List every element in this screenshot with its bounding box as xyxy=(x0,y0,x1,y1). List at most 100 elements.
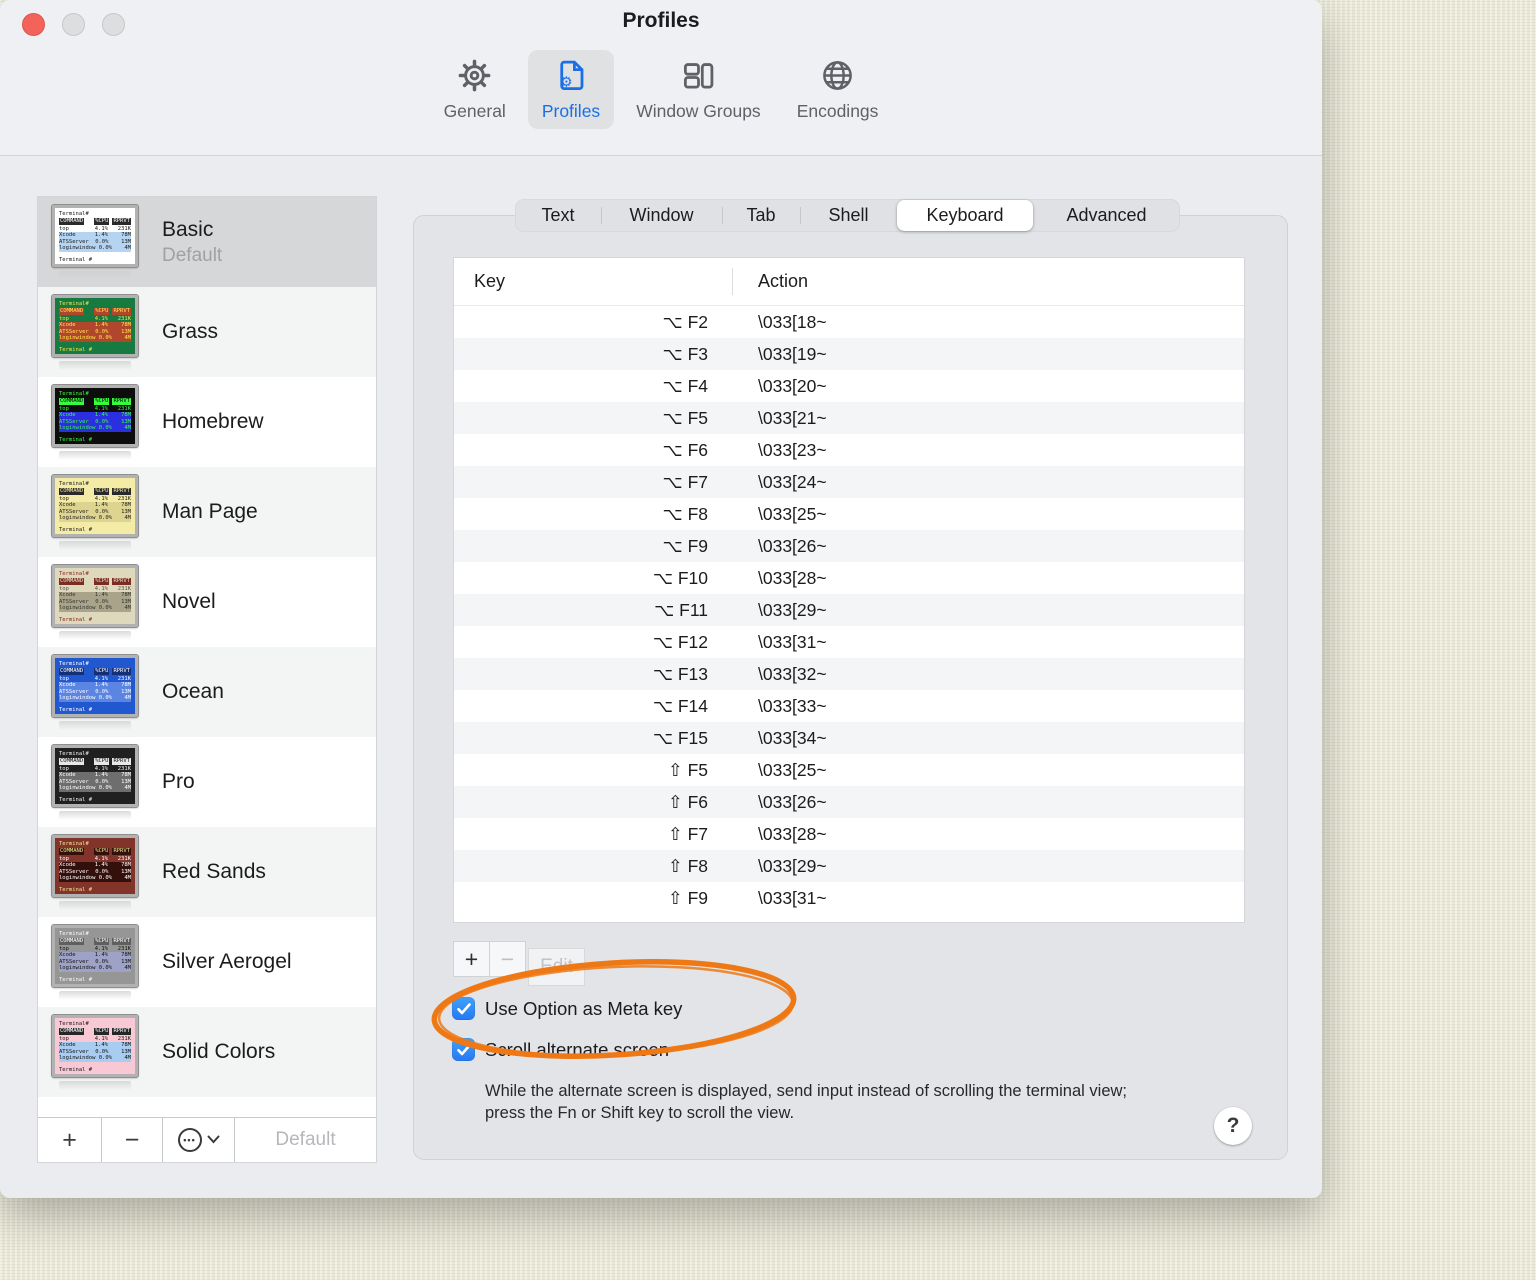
profile-name: Ocean xyxy=(162,680,224,703)
checkbox-checked-icon[interactable] xyxy=(452,1038,475,1061)
profile-item[interactable]: Terminal# COMMAND %CPU RPRVT top 4.1% 231K Xcod… xyxy=(38,737,376,827)
tab-advanced[interactable]: Advanced xyxy=(1033,199,1180,232)
toolbar-item-general[interactable]: General xyxy=(430,50,520,129)
toolbar-item-window-groups[interactable]: Window Groups xyxy=(622,50,775,129)
profile-item[interactable]: Terminal# COMMAND %CPU RPRVT top 4.1% 231K Xcod… xyxy=(38,557,376,647)
profile-thumbnail: Terminal# COMMAND %CPU RPRVT top 4.1% 231K Xcod… xyxy=(51,293,139,370)
key-cell: ⇧ F5 xyxy=(668,759,708,780)
more-options-button[interactable]: ••• xyxy=(163,1118,235,1162)
table-row[interactable]: ⌥ F12 \033[31~ xyxy=(454,626,1244,658)
add-binding-button[interactable]: + xyxy=(453,941,490,977)
key-cell: ⇧ F8 xyxy=(668,855,708,876)
action-cell: \033[28~ xyxy=(758,567,827,588)
key-cell: ⌥ F8 xyxy=(662,503,708,524)
profile-item[interactable]: Terminal# COMMAND %CPU RPRVT top 4.1% 231K Xcod… xyxy=(38,1007,376,1097)
profile-thumbnail: Terminal# COMMAND %CPU RPRVT top 4.1% 231K Xcod… xyxy=(51,1013,139,1090)
table-row[interactable]: ⌥ F14 \033[33~ xyxy=(454,690,1244,722)
action-cell: \033[25~ xyxy=(758,759,827,780)
table-row[interactable]: ⌥ F11 \033[29~ xyxy=(454,594,1244,626)
tab-window[interactable]: Window xyxy=(601,199,722,232)
key-cell: ⇧ F7 xyxy=(668,823,708,844)
profile-item[interactable]: Terminal# COMMAND %CPU RPRVT top 4.1% 231K Xcod… xyxy=(38,287,376,377)
table-row[interactable]: ⌥ F13 \033[32~ xyxy=(454,658,1244,690)
table-row[interactable]: ⇧ F8 \033[29~ xyxy=(454,850,1244,882)
checkbox-label: Use Option as Meta key xyxy=(485,997,683,1019)
terminal-thumbnail-icon: Terminal# COMMAND %CPU RPRVT top 4.1% 231K Xcod… xyxy=(51,833,139,898)
table-header: Key Action xyxy=(454,258,1244,306)
table-row[interactable]: ⌥ F7 \033[24~ xyxy=(454,466,1244,498)
set-default-button[interactable]: Default xyxy=(235,1118,376,1162)
profile-thumbnail: Terminal# COMMAND %CPU RPRVT top 4.1% 231K Xcod… xyxy=(51,563,139,640)
remove-binding-button[interactable]: − xyxy=(489,941,526,977)
key-cell: ⌥ F7 xyxy=(662,471,708,492)
terminal-thumbnail-icon: Terminal# COMMAND %CPU RPRVT top 4.1% 231K Xcod… xyxy=(51,293,139,358)
use-option-as-meta-checkbox-row: Use Option as Meta key xyxy=(452,997,682,1020)
globe-icon xyxy=(819,58,856,98)
table-row[interactable]: ⌥ F4 \033[20~ xyxy=(454,370,1244,402)
profile-item[interactable]: Terminal# COMMAND %CPU RPRVT top 4.1% 231K Xcod… xyxy=(38,827,376,917)
profile-item[interactable]: Terminal# COMMAND %CPU RPRVT top 4.1% 231K Xcod… xyxy=(38,377,376,467)
scroll-alternate-screen-checkbox-row: Scroll alternate screen xyxy=(452,1038,669,1061)
table-row[interactable]: ⇧ F9 \033[31~ xyxy=(454,882,1244,914)
key-cell: ⌥ F13 xyxy=(652,663,708,684)
profile-item[interactable]: Terminal# COMMAND %CPU RPRVT top 4.1% 231K Xcod… xyxy=(38,647,376,737)
profile-name: Red Sands xyxy=(162,860,266,883)
terminal-thumbnail-icon: Terminal# COMMAND %CPU RPRVT top 4.1% 231K Xcod… xyxy=(51,923,139,988)
key-bindings-table: Key Action ⌥ F2 \033[18~ ⌥ F3 \033[19~ ⌥ F4 \… xyxy=(453,257,1245,923)
tab-keyboard[interactable]: Keyboard xyxy=(897,200,1033,231)
profile-item[interactable]: Terminal# COMMAND %CPU RPRVT top 4.1% 231K Xcod… xyxy=(38,197,376,287)
terminal-thumbnail-icon: Terminal# COMMAND %CPU RPRVT top 4.1% 231K Xcod… xyxy=(51,383,139,448)
tab-tab[interactable]: Tab xyxy=(722,199,800,232)
toolbar-item-label: General xyxy=(443,101,506,121)
profile-item[interactable]: Terminal# COMMAND %CPU RPRVT top 4.1% 231K Xcod… xyxy=(38,917,376,1007)
key-cell: ⌥ F6 xyxy=(662,439,708,460)
key-cell: ⌥ F2 xyxy=(662,311,708,332)
profile-tabs: Text Window Tab Shell Keyboard Advanced xyxy=(515,199,1180,232)
profile-name: Novel xyxy=(162,590,216,613)
profile-thumbnail: Terminal# COMMAND %CPU RPRVT top 4.1% 231K Xcod… xyxy=(51,203,139,280)
profile-thumbnail: Terminal# COMMAND %CPU RPRVT top 4.1% 231K Xcod… xyxy=(51,653,139,730)
key-column-header: Key xyxy=(474,271,506,291)
page-title: Profiles xyxy=(622,9,700,32)
action-cell: \033[26~ xyxy=(758,791,827,812)
chevron-down-icon xyxy=(207,1131,220,1149)
toolbar-item-encodings[interactable]: Encodings xyxy=(783,50,893,129)
table-row[interactable]: ⌥ F15 \033[34~ xyxy=(454,722,1244,754)
key-cell: ⇧ F6 xyxy=(668,791,708,812)
profile-name: Homebrew xyxy=(162,410,264,433)
table-row[interactable]: ⌥ F8 \033[25~ xyxy=(454,498,1244,530)
toolbar-item-label: Profiles xyxy=(541,101,601,121)
key-cell: ⌥ F3 xyxy=(662,343,708,364)
add-profile-button[interactable]: + xyxy=(38,1118,102,1162)
tab-text[interactable]: Text xyxy=(515,199,601,232)
table-row[interactable]: ⇧ F7 \033[28~ xyxy=(454,818,1244,850)
circle-ellipsis-icon: ••• xyxy=(177,1128,202,1152)
table-row[interactable]: ⌥ F6 \033[23~ xyxy=(454,434,1244,466)
help-button[interactable]: ? xyxy=(1214,1107,1252,1145)
tab-shell[interactable]: Shell xyxy=(800,199,897,232)
key-cell: ⇧ F9 xyxy=(668,887,708,908)
table-row[interactable]: ⇧ F5 \033[25~ xyxy=(454,754,1244,786)
profile-thumbnail: Terminal# COMMAND %CPU RPRVT top 4.1% 231K Xcod… xyxy=(51,383,139,460)
key-cell: ⌥ F11 xyxy=(654,599,708,620)
scroll-help-text: While the alternate screen is displayed,… xyxy=(485,1082,1128,1122)
remove-profile-button[interactable]: − xyxy=(102,1118,163,1162)
table-row[interactable]: ⌥ F3 \033[19~ xyxy=(454,338,1244,370)
key-cell: ⌥ F14 xyxy=(652,695,708,716)
profile-thumbnail: Terminal# COMMAND %CPU RPRVT top 4.1% 231K Xcod… xyxy=(51,923,139,1000)
checkbox-checked-icon[interactable] xyxy=(452,997,475,1020)
table-row[interactable]: ⌥ F2 \033[18~ xyxy=(454,306,1244,338)
edit-binding-button[interactable]: Edit xyxy=(528,948,585,986)
table-row[interactable]: ⌥ F9 \033[26~ xyxy=(454,530,1244,562)
action-column-header: Action xyxy=(758,271,809,291)
toolbar-item-profiles[interactable]: ⚙ Profiles xyxy=(527,50,615,129)
profile-name: Solid Colors xyxy=(162,1040,276,1063)
table-row[interactable]: ⇧ F6 \033[26~ xyxy=(454,786,1244,818)
table-row[interactable]: ⌥ F5 \033[21~ xyxy=(454,402,1244,434)
key-cell: ⌥ F4 xyxy=(662,375,708,396)
action-cell: \033[19~ xyxy=(758,343,827,364)
action-cell: \033[32~ xyxy=(758,663,827,684)
profile-item[interactable]: Terminal# COMMAND %CPU RPRVT top 4.1% 231K Xcod… xyxy=(38,467,376,557)
table-row[interactable]: ⌥ F10 \033[28~ xyxy=(454,562,1244,594)
document-gear-icon: ⚙ xyxy=(553,58,590,98)
